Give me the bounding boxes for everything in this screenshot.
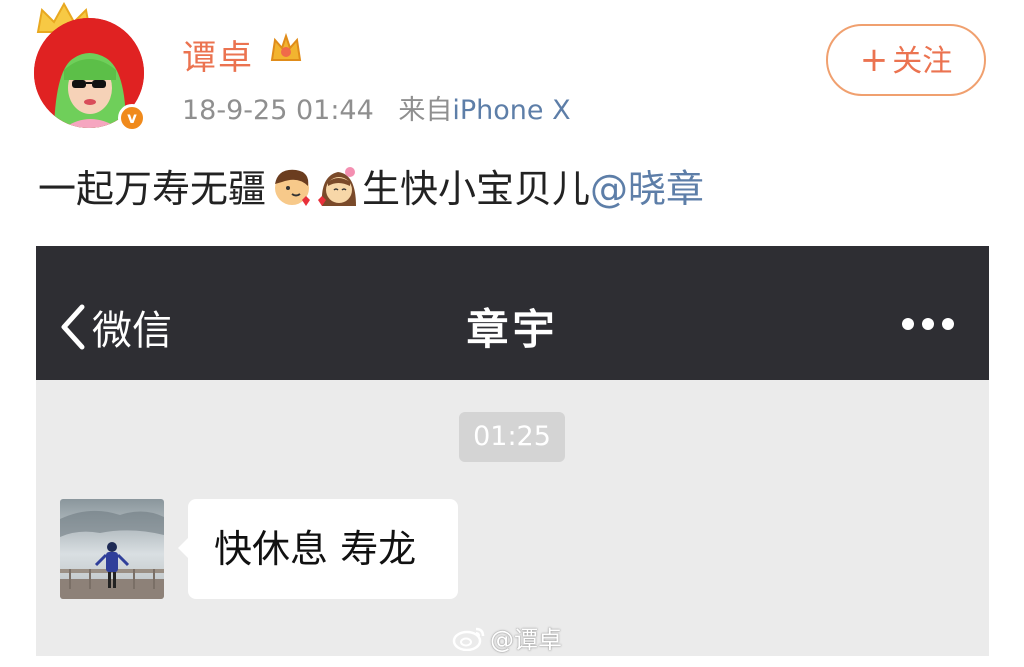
- contact-avatar[interactable]: [60, 499, 164, 599]
- more-options-icon[interactable]: [900, 316, 956, 332]
- source-prefix: 来自: [398, 95, 453, 126]
- watermark-text: @谭卓: [490, 626, 562, 654]
- post-text-after: 生快小宝贝儿: [362, 167, 591, 211]
- couple-girl-emoji-icon: [318, 166, 357, 206]
- message-bubble[interactable]: 快休息 寿龙: [188, 499, 458, 599]
- wechat-screenshot[interactable]: 微信 章宇 01:25 快休息 寿龙: [36, 246, 989, 656]
- couple-boy-emoji-icon: [275, 169, 311, 206]
- post-text: 一起万寿无疆 生快小宝贝儿 @晓章: [38, 158, 704, 213]
- follow-button[interactable]: + 关注: [826, 24, 986, 96]
- chat-title: 章宇: [466, 305, 559, 354]
- source-device-link[interactable]: iPhone X: [452, 95, 570, 126]
- plus-icon: +: [859, 40, 889, 80]
- wechat-nav-bar: 微信 章宇: [36, 246, 989, 380]
- post-text-before: 一起万寿无疆: [38, 167, 267, 211]
- verified-badge-icon: v: [118, 104, 146, 132]
- follow-label: 关注: [892, 44, 953, 79]
- post-meta: 18-9-25 01:44 来自iPhone X: [182, 88, 571, 127]
- post-time: 18-9-25 01:44: [182, 95, 374, 126]
- message-timestamp: 01:25: [459, 412, 565, 462]
- weibo-logo-icon: [452, 627, 485, 651]
- author-name[interactable]: 谭卓: [182, 30, 254, 79]
- weibo-watermark: @谭卓: [452, 620, 562, 655]
- mention-link[interactable]: @晓章: [590, 158, 704, 213]
- vip-crown-badge-icon: [270, 32, 302, 61]
- author-avatar[interactable]: v: [34, 2, 146, 132]
